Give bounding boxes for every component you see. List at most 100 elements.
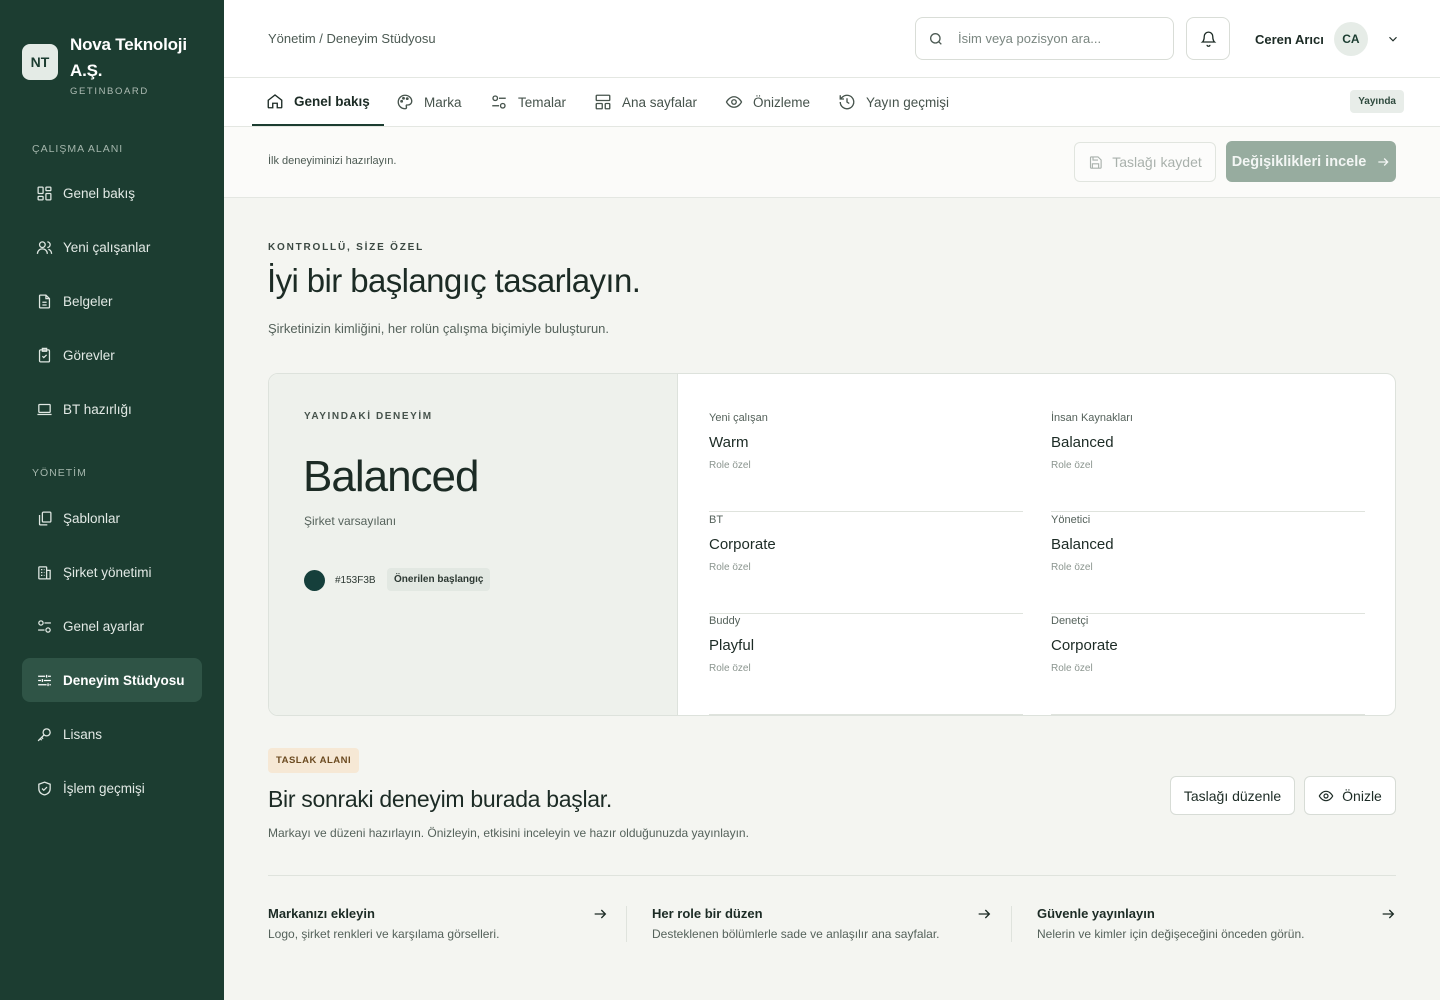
- sidebar-item-experience-studio[interactable]: Deneyim Stüdyosu: [22, 658, 202, 702]
- step-publish[interactable]: Güvenle yayınlayın Nelerin ve kimler içi…: [1037, 906, 1396, 944]
- sidebar-item-label: Görevler: [63, 347, 115, 363]
- search-box[interactable]: [915, 17, 1174, 60]
- search-input[interactable]: [958, 31, 1138, 46]
- preview-button[interactable]: Önizle: [1304, 776, 1396, 815]
- save-icon: [1090, 155, 1102, 169]
- copy-icon: [38, 510, 52, 526]
- sidebar-item-label: Genel bakış: [63, 185, 136, 201]
- sidebar-item-templates[interactable]: Şablonlar: [22, 496, 202, 540]
- sidebar-item-label: BT hazırlığı: [63, 401, 132, 417]
- step-role-layout[interactable]: Her role bir düzen Desteklenen bölümlerl…: [652, 906, 992, 944]
- sidebar-item-it-readiness[interactable]: BT hazırlığı: [22, 387, 202, 431]
- step-title: Her role bir düzen: [652, 906, 763, 921]
- sidebar-item-label: Şablonlar: [63, 510, 121, 526]
- tab-overview[interactable]: Genel bakış: [252, 78, 384, 126]
- eye-icon: [725, 96, 743, 108]
- role-item: Yönetici Balanced Role özel: [1051, 514, 1365, 614]
- edit-draft-button[interactable]: Taslağı düzenle: [1170, 776, 1295, 815]
- sidebar-item-label: Genel ayarlar: [63, 618, 145, 634]
- section-label-management: YÖNETİM: [32, 467, 87, 479]
- tab-label: Önizleme: [753, 94, 811, 110]
- sidebar-item-new-employees[interactable]: Yeni çalışanlar: [22, 225, 202, 269]
- section-label-workspace: ÇALIŞMA ALANI: [32, 143, 124, 155]
- sidebar-item-label: Lisans: [63, 726, 103, 742]
- sliders-icon: [38, 674, 51, 686]
- live-experience-name: Balanced: [303, 452, 479, 501]
- role-value: Corporate: [709, 536, 776, 553]
- step-description: Nelerin ve kimler için değişeceğini önce…: [1037, 927, 1305, 941]
- status-badge: Yayında: [1350, 90, 1404, 113]
- review-changes-button[interactable]: Değişiklikleri incele: [1226, 141, 1396, 182]
- tab-label: Marka: [424, 94, 462, 110]
- page-title: İyi bir başlangıç tasarlayın.: [267, 262, 641, 299]
- tab-bar: Genel bakış Marka Temalar Ana sayfalar Ö…: [224, 78, 1440, 127]
- tab-preview[interactable]: Önizleme: [711, 78, 824, 126]
- draft-title: Bir sonraki deneyim burada başlar.: [268, 786, 612, 812]
- step-description: Logo, şirket renkleri ve karşılama görse…: [268, 927, 500, 941]
- live-experience-card: YAYINDAKİ DENEYİM Balanced Şirket varsay…: [268, 373, 1396, 716]
- tab-label: Temalar: [518, 94, 567, 110]
- brand-name: Nova Teknoloji A.Ş.: [70, 35, 187, 80]
- role-item: Denetçi Corporate Role özel: [1051, 615, 1365, 715]
- key-icon: [37, 727, 51, 741]
- history-icon: [839, 94, 855, 110]
- hero-eyebrow: KONTROLLÜ, SİZE ÖZEL: [268, 242, 424, 253]
- users-icon: [36, 240, 53, 254]
- sidebar-item-company-management[interactable]: Şirket yönetimi: [22, 550, 202, 594]
- role-value: Balanced: [1051, 536, 1114, 553]
- chevron-down-icon: [1388, 36, 1397, 42]
- tab-home-pages[interactable]: Ana sayfalar: [580, 78, 711, 126]
- role-item: BT Corporate Role özel: [709, 514, 1023, 614]
- user-name: Ceren Arıcı: [1255, 31, 1324, 47]
- sidebar-item-overview[interactable]: Genel bakış: [22, 171, 202, 215]
- sidebar-item-general-settings[interactable]: Genel ayarlar: [22, 604, 202, 648]
- role-note: Role özel: [1051, 562, 1093, 573]
- shield-check-icon: [38, 780, 51, 796]
- role-note: Role özel: [709, 460, 751, 471]
- tab-themes[interactable]: Temalar: [476, 78, 580, 126]
- tab-brand[interactable]: Marka: [382, 78, 476, 126]
- laptop-icon: [37, 403, 52, 415]
- sidebar: NT Nova Teknoloji A.Ş. GETINBOARD ÇALIŞM…: [0, 0, 224, 1000]
- sidebar-item-label: İşlem geçmişi: [63, 780, 145, 796]
- step-description: Desteklenen bölümlerle sade ve anlaşılır…: [652, 927, 940, 941]
- recommended-badge: Önerilen başlangıç: [387, 568, 491, 591]
- live-experience-eyebrow: YAYINDAKİ DENEYİM: [304, 411, 433, 422]
- color-swatch: [304, 570, 325, 591]
- divider: [1011, 906, 1012, 942]
- sidebar-item-tasks[interactable]: Görevler: [22, 333, 202, 377]
- role-item: Buddy Playful Role özel: [709, 615, 1023, 715]
- save-draft-button[interactable]: Taslağı kaydet: [1074, 142, 1216, 182]
- divider: [268, 875, 1396, 876]
- step-add-brand[interactable]: Markanızı ekleyin Logo, şirket renkleri …: [268, 906, 608, 944]
- sidebar-item-label: Deneyim Stüdyosu: [63, 672, 185, 688]
- sidebar-item-license[interactable]: Lisans: [22, 712, 202, 756]
- tab-label: Ana sayfalar: [622, 94, 698, 110]
- action-bar: İlk deneyiminizi hazırlayın. Taslağı kay…: [224, 127, 1440, 198]
- tab-publish-history[interactable]: Yayın geçmişi: [824, 78, 963, 126]
- bell-icon: [1200, 31, 1216, 47]
- review-changes-label: Değişiklikleri incele: [1231, 153, 1367, 170]
- draft-subtitle: Markayı ve düzeni hazırlayın. Önizleyin,…: [268, 826, 749, 840]
- arrow-right-icon: [1378, 157, 1389, 166]
- sidebar-item-documents[interactable]: Belgeler: [22, 279, 202, 323]
- sidebar-item-label: Yeni çalışanlar: [63, 239, 151, 255]
- tab-label: Yayın geçmişi: [866, 94, 950, 110]
- role-item: İnsan Kaynakları Balanced Role özel: [1051, 412, 1365, 512]
- role-value: Balanced: [1051, 434, 1114, 451]
- divider: [626, 906, 627, 942]
- search-icon: [930, 32, 942, 45]
- user-menu[interactable]: Ceren Arıcı CA: [1255, 22, 1400, 56]
- arrow-right-icon: [978, 909, 991, 919]
- notifications-button[interactable]: [1186, 17, 1230, 60]
- clipboard-check-icon: [38, 347, 51, 363]
- role-note: Role özel: [1051, 460, 1093, 471]
- document-icon: [38, 293, 51, 309]
- avatar: CA: [1333, 22, 1368, 56]
- toggles-icon: [492, 95, 506, 109]
- role-value: Corporate: [1051, 637, 1118, 654]
- sidebar-item-label: Belgeler: [63, 293, 113, 309]
- breadcrumb: Yönetim / Deneyim Stüdyosu: [268, 31, 436, 46]
- sidebar-item-audit-log[interactable]: İşlem geçmişi: [22, 766, 202, 810]
- live-experience-description: Şirket varsayılanı: [304, 514, 397, 528]
